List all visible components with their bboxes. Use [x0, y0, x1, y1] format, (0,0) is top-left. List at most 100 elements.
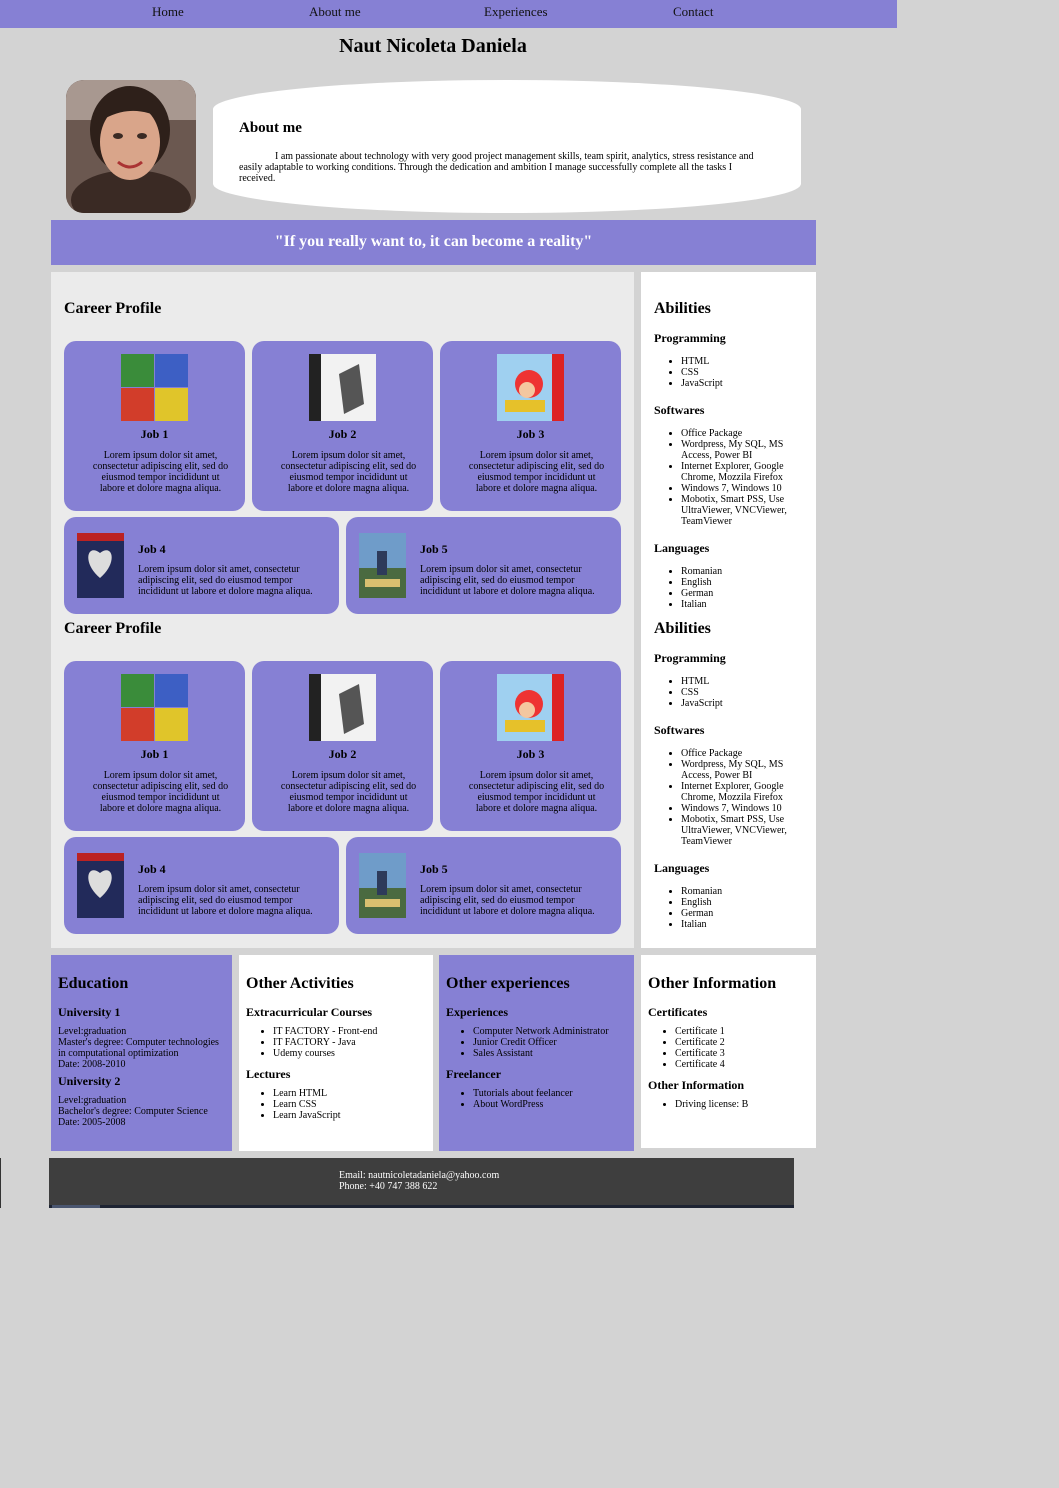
nav-contact-link[interactable]: Contact [673, 4, 713, 20]
job-1-image [121, 674, 188, 741]
experiences-section: Other experiences Experiences Computer N… [439, 955, 634, 1151]
job-card[interactable]: Job 5 Lorem ipsum dolor sit amet, consec… [346, 837, 621, 934]
list-item: Italian [681, 599, 814, 610]
languages-list: Romanian English German Italian [654, 566, 814, 610]
job-2-image [309, 674, 376, 741]
career-heading: Career Profile [64, 300, 162, 317]
list-item: Driving license: B [675, 1099, 818, 1110]
education-line: Level:graduation [58, 1026, 127, 1037]
job-text: Lorem ipsum dolor sit amet, consectetur … [92, 450, 229, 494]
about-text: I am passionate about technology with ve… [239, 151, 754, 184]
list-item: Wordpress, My SQL, MS Access, Power BI [681, 759, 814, 781]
abilities-block: Programming HTML CSS JavaScript Software… [654, 651, 814, 930]
programming-title: Programming [654, 651, 726, 665]
education-content: University 1 Level:graduation Master's d… [58, 1005, 228, 1128]
list-item: Mobotix, Smart PSS, Use UltraViewer, VNC… [681, 494, 814, 527]
footer-email[interactable]: Email: nautnicoletadaniela@yahoo.com [339, 1170, 499, 1181]
softwares-list: Office Package Wordpress, My SQL, MS Acc… [654, 748, 814, 847]
info-content: Certificates Certificate 1 Certificate 2… [648, 1006, 818, 1120]
education-line: Level:graduation [58, 1095, 127, 1106]
languages-title: Languages [654, 861, 710, 875]
experiences-title: Experiences [446, 1005, 508, 1019]
education-line: Date: 2005-2008 [58, 1117, 126, 1128]
abilities-heading: Abilities [654, 620, 711, 637]
programming-list: HTML CSS JavaScript [654, 676, 814, 709]
nav-home-link[interactable]: Home [152, 4, 184, 20]
softwares-title: Softwares [654, 403, 705, 417]
programming-title: Programming [654, 331, 726, 345]
experiences-list: Computer Network Administrator Junior Cr… [446, 1026, 616, 1059]
abilities-heading: Abilities [654, 300, 711, 317]
job-card[interactable]: Job 2 Lorem ipsum dolor sit amet, consec… [252, 341, 433, 511]
job-text: Lorem ipsum dolor sit amet, consectetur … [280, 770, 417, 814]
job-title: Job 5 [420, 542, 448, 556]
job-4-image [77, 533, 124, 598]
certificates-list: Certificate 1 Certificate 2 Certificate … [648, 1026, 818, 1070]
footer-contact: Email: nautnicoletadaniela@yahoo.com Pho… [339, 1170, 499, 1192]
footer-scrollbar-thumb[interactable] [52, 1205, 100, 1208]
job-card[interactable]: Job 2 Lorem ipsum dolor sit amet, consec… [252, 661, 433, 831]
job-3-image [497, 354, 564, 421]
job-4-image [77, 853, 124, 918]
about-card: About me I am passionate about technolog… [213, 80, 801, 213]
job-text: Lorem ipsum dolor sit amet, consectetur … [92, 770, 229, 814]
footer-scrollbar-track[interactable] [49, 1205, 794, 1208]
job-1-image [121, 354, 188, 421]
quote-banner: "If you really want to, it can become a … [51, 220, 816, 265]
activities-section: Other Activities Extracurricular Courses… [239, 955, 433, 1151]
job-5-image [359, 533, 406, 598]
job-title: Job 4 [138, 542, 166, 556]
job-title: Job 3 [516, 747, 545, 761]
job-title: Job 2 [328, 747, 357, 761]
job-title: Job 2 [328, 427, 357, 441]
job-card[interactable]: Job 5 Lorem ipsum dolor sit amet, consec… [346, 517, 621, 614]
job-text: Lorem ipsum dolor sit amet, consectetur … [280, 450, 417, 494]
job-3-image [497, 674, 564, 741]
list-item: Internet Explorer, Google Chrome, Mozzil… [681, 461, 814, 483]
edge-line [0, 1158, 1, 1208]
job-text: Lorem ipsum dolor sit amet, consectetur … [138, 884, 313, 917]
freelancer-title: Freelancer [446, 1067, 502, 1081]
softwares-title: Softwares [654, 723, 705, 737]
job-card[interactable]: Job 1 Lorem ipsum dolor sit amet, consec… [64, 341, 245, 511]
university-title: University 1 [58, 1005, 121, 1019]
list-item: Learn JavaScript [273, 1110, 416, 1121]
list-item: IT FACTORY - Java [273, 1037, 416, 1048]
job-title: Job 3 [516, 427, 545, 441]
languages-list: Romanian English German Italian [654, 886, 814, 930]
nav-about-link[interactable]: About me [309, 4, 361, 20]
lectures-list: Learn HTML Learn CSS Learn JavaScript [246, 1088, 416, 1121]
activities-heading: Other Activities [246, 975, 354, 992]
list-item: CSS [681, 367, 814, 378]
list-item: German [681, 908, 814, 919]
experiences-heading: Other experiences [446, 975, 570, 992]
list-item: Learn HTML [273, 1088, 416, 1099]
job-card[interactable]: Job 4 Lorem ipsum dolor sit amet, consec… [64, 517, 339, 614]
list-item: Romanian [681, 886, 814, 897]
job-card[interactable]: Job 3 Lorem ipsum dolor sit amet, consec… [440, 661, 621, 831]
abilities-block: Programming HTML CSS JavaScript Software… [654, 331, 814, 610]
list-item: Udemy courses [273, 1048, 416, 1059]
career-section: Career Profile Job 1 Lorem ipsum dolor s… [51, 272, 634, 948]
list-item: Sales Assistant [473, 1048, 616, 1059]
list-item: Tutorials about feelancer [473, 1088, 616, 1099]
list-item: Certificate 1 [675, 1026, 818, 1037]
other-info-list: Driving license: B [648, 1099, 818, 1110]
job-card[interactable]: Job 4 Lorem ipsum dolor sit amet, consec… [64, 837, 339, 934]
list-item: Romanian [681, 566, 814, 577]
job-title: Job 5 [420, 862, 448, 876]
list-item: About WordPress [473, 1099, 616, 1110]
courses-title: Extracurricular Courses [246, 1005, 373, 1019]
list-item: IT FACTORY - Front-end [273, 1026, 416, 1037]
page-title: Naut Nicoleta Daniela [339, 35, 527, 57]
softwares-list: Office Package Wordpress, My SQL, MS Acc… [654, 428, 814, 527]
list-item: Italian [681, 919, 814, 930]
job-text: Lorem ipsum dolor sit amet, consectetur … [420, 884, 595, 917]
list-item: JavaScript [681, 378, 814, 389]
list-item: Computer Network Administrator [473, 1026, 616, 1037]
nav-experiences-link[interactable]: Experiences [484, 4, 548, 20]
job-card[interactable]: Job 1 Lorem ipsum dolor sit amet, consec… [64, 661, 245, 831]
list-item: Learn CSS [273, 1099, 416, 1110]
job-card[interactable]: Job 3 Lorem ipsum dolor sit amet, consec… [440, 341, 621, 511]
lectures-title: Lectures [246, 1067, 291, 1081]
